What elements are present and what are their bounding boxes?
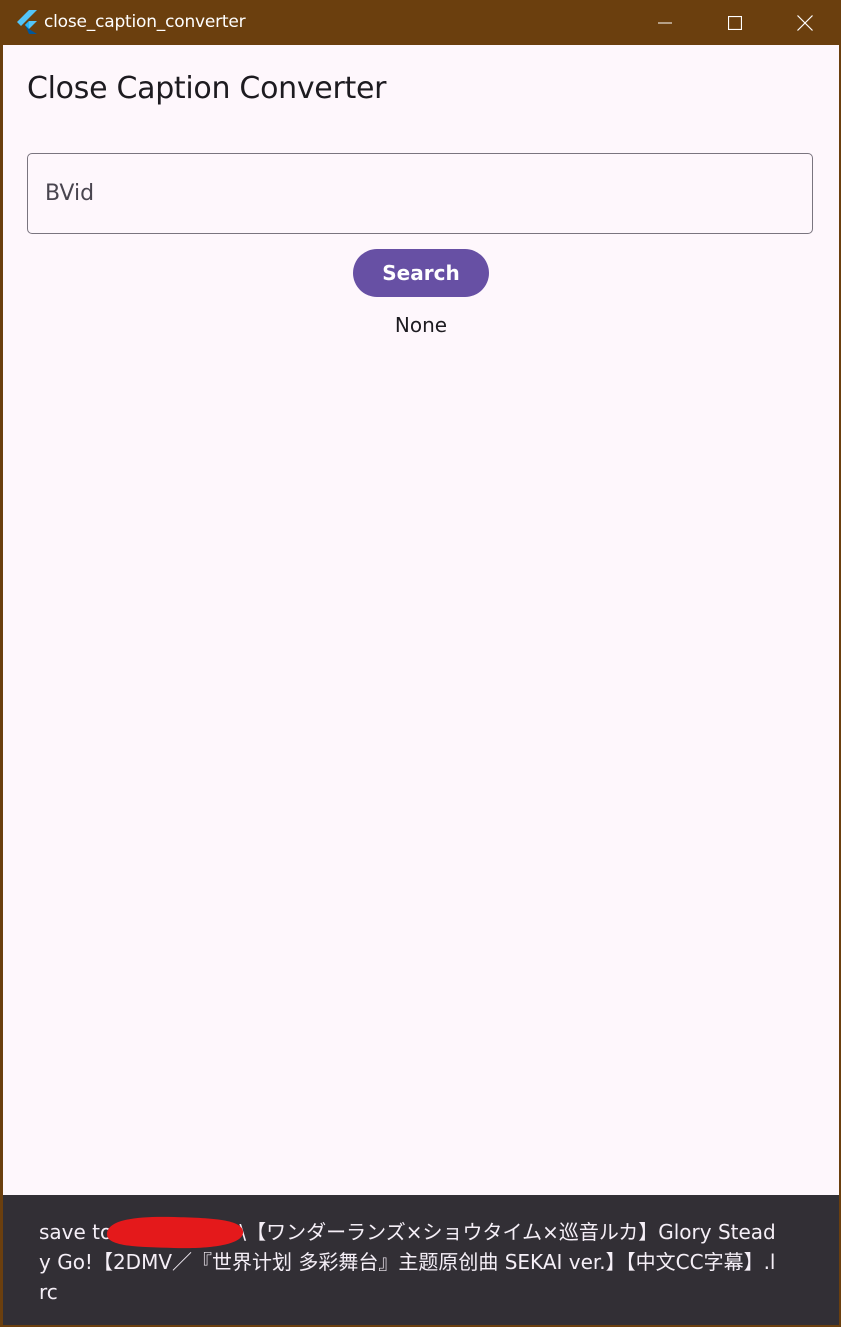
- bvid-input[interactable]: [28, 154, 812, 233]
- main-content: Close Caption Converter Search None: [3, 45, 839, 1195]
- maximize-button[interactable]: [700, 0, 770, 45]
- minimize-button[interactable]: [630, 0, 700, 45]
- close-button[interactable]: [770, 0, 840, 45]
- title-bar[interactable]: close_caption_converter: [0, 0, 841, 45]
- minimize-icon: [658, 22, 672, 23]
- snackbar: save to \Documents\【ワンダーランズ×ショウタイム×巡音ルカ】…: [3, 1195, 839, 1325]
- close-icon: [797, 14, 813, 31]
- window-title: close_caption_converter: [44, 12, 246, 32]
- flutter-logo-icon: [16, 10, 38, 34]
- page-title: Close Caption Converter: [27, 71, 387, 106]
- redaction-mark: [106, 1216, 244, 1249]
- app-window: close_caption_converter Close Caption Co…: [0, 0, 841, 1327]
- search-button[interactable]: Search: [353, 249, 489, 297]
- bvid-field[interactable]: [27, 153, 813, 234]
- maximize-icon: [728, 15, 742, 30]
- result-text: None: [394, 313, 448, 337]
